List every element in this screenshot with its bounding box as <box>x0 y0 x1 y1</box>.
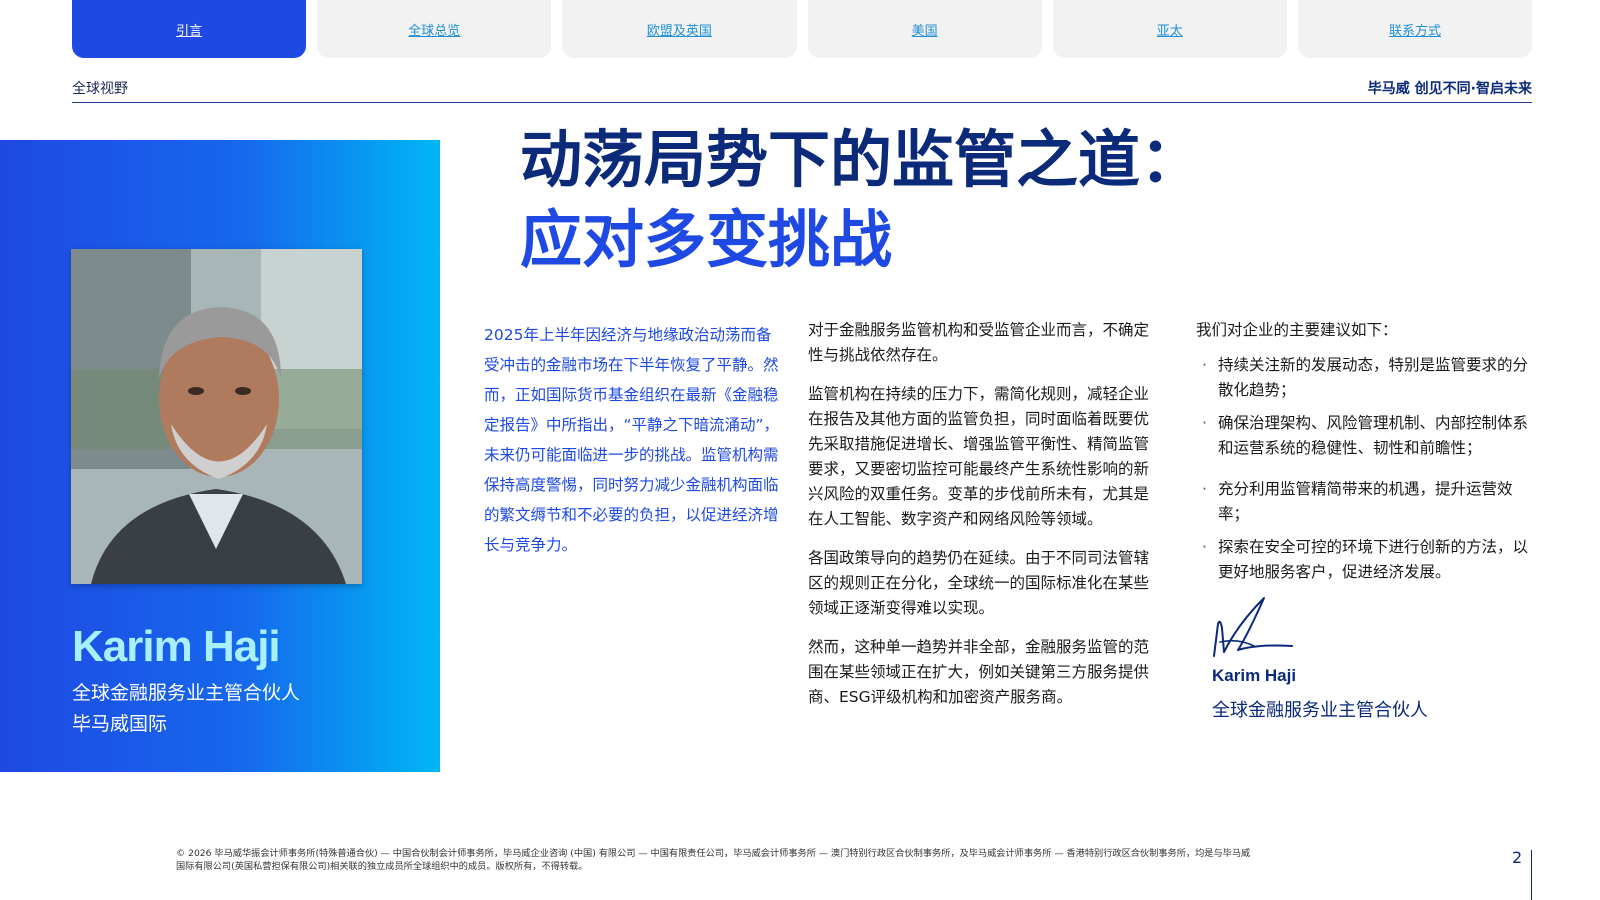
list-item: · 探索在安全可控的环境下进行创新的方法，以更好地服务客户，促进经济发展。 <box>1196 535 1536 585</box>
bullet-icon: · <box>1202 414 1207 432</box>
list-item: · 充分利用监管精简带来的机遇，提升运营效率； <box>1196 477 1536 527</box>
tab-asia-pacific-label[interactable]: 亚太 <box>1157 20 1183 39</box>
tab-contact-label[interactable]: 联系方式 <box>1389 20 1441 39</box>
tab-contact[interactable]: 联系方式 <box>1297 0 1533 58</box>
hero-role-org: 毕马威国际 <box>72 713 168 735</box>
page-number: 2 <box>1512 848 1523 867</box>
page-number-rule <box>1531 850 1532 900</box>
hero-role: 全球金融服务业主管合伙人 毕马威国际 <box>72 678 300 740</box>
tab-intro[interactable]: 引言 <box>72 0 307 58</box>
tab-global-overview[interactable]: 全球总览 <box>317 0 552 58</box>
hero-role-title: 全球金融服务业主管合伙人 <box>72 682 301 704</box>
recommendations-column: 我们对企业的主要建议如下： · 持续关注新的发展动态，特别是监管要求的分散化趋势；… <box>1196 318 1536 593</box>
list-item-text: 充分利用监管精简带来的机遇，提升运营效率； <box>1218 480 1513 523</box>
intro-paragraph: 2025年上半年因经济与地缘政治动荡而备受冲击的金融市场在下半年恢复了平静。然而… <box>484 326 780 554</box>
bullet-icon: · <box>1202 538 1207 556</box>
signature-role: 全球金融服务业主管合伙人 <box>1212 700 1428 721</box>
tab-eu-uk[interactable]: 欧盟及英国 <box>562 0 797 58</box>
page-title: 动荡局势下的监管之道： 应对多变挑战 <box>520 120 1202 280</box>
signature-name: Karim Haji <box>1212 666 1297 685</box>
tab-us-label[interactable]: 美国 <box>912 20 938 39</box>
tab-asia-pacific[interactable]: 亚太 <box>1052 0 1287 58</box>
signature-image <box>1213 597 1293 657</box>
body-paragraph-2: 监管机构在持续的压力下，需简化规则，减轻企业在报告及其他方面的监管负担，同时面临… <box>808 385 1150 528</box>
top-nav: 引言 全球总览 欧盟及英国 美国 亚太 联系方式 <box>72 0 1533 58</box>
footer-legal: © 2026 毕马威华振会计师事务所(特殊普通合伙) — 中国合伙制会计师事务所… <box>176 848 1251 872</box>
hero-name: Karim Haji <box>72 622 281 671</box>
recommendations-intro: 我们对企业的主要建议如下： <box>1196 321 1398 339</box>
list-item: · 确保治理架构、风险管理机制、内部控制体系和运营系统的稳健性、韧性和前瞻性； <box>1196 411 1536 461</box>
recommendations-list: · 持续关注新的发展动态，特别是监管要求的分散化趋势； · 确保治理架构、风险管理机… <box>1196 353 1536 585</box>
header-divider <box>72 102 1532 103</box>
portrait-photo <box>71 249 362 584</box>
brand-tagline: 毕马威 创见不同·智启未来 <box>1367 81 1532 97</box>
body-paragraph-3: 各国政策导向的趋势仍在延续。由于不同司法管辖区的规则正在分化，全球统一的国际标准… <box>808 549 1150 617</box>
tab-eu-uk-label[interactable]: 欧盟及英国 <box>647 20 712 39</box>
bullet-icon: · <box>1202 356 1207 374</box>
list-item-text: 持续关注新的发展动态，特别是监管要求的分散化趋势； <box>1218 356 1529 399</box>
body-paragraph-1: 对于金融服务监管机构和受监管企业而言，不确定性与挑战依然存在。 <box>808 321 1150 364</box>
page-title-line2: 应对多变挑战 <box>520 203 893 276</box>
portrait-illustration <box>71 249 362 584</box>
tab-us[interactable]: 美国 <box>807 0 1042 58</box>
list-item-text: 确保治理架构、风险管理机制、内部控制体系和运营系统的稳健性、韧性和前瞻性； <box>1218 414 1529 457</box>
body-column: 对于金融服务监管机构和受监管企业而言，不确定性与挑战依然存在。 监管机构在持续的… <box>808 318 1160 724</box>
tab-global-overview-label[interactable]: 全球总览 <box>408 20 460 39</box>
list-item-text: 探索在安全可控的环境下进行创新的方法，以更好地服务客户，促进经济发展。 <box>1218 538 1529 581</box>
tab-intro-label[interactable]: 引言 <box>176 20 202 39</box>
list-item: · 持续关注新的发展动态，特别是监管要求的分散化趋势； <box>1196 353 1536 403</box>
bullet-icon: · <box>1202 480 1207 498</box>
page-title-line1: 动荡局势下的监管之道： <box>520 123 1203 196</box>
body-paragraph-4: 然而，这种单一趋势并非全部，金融服务监管的范围在某些领域正在扩大，例如关键第三方… <box>808 638 1150 706</box>
section-label: 全球视野 <box>72 81 128 97</box>
